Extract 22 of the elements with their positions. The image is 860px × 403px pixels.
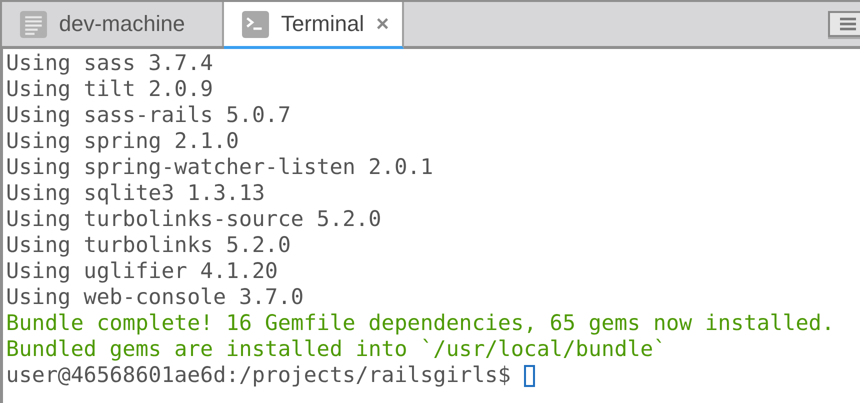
terminal-line: Using sass-rails 5.0.7 <box>6 103 291 129</box>
terminal-line: Using spring-watcher-listen 2.0.1 <box>6 155 434 181</box>
menu-button[interactable] <box>828 11 860 37</box>
document-icon <box>20 10 47 38</box>
menu-icon <box>840 17 856 31</box>
close-icon[interactable]: × <box>376 11 389 37</box>
terminal-icon <box>242 10 269 38</box>
tab-label: dev-machine <box>59 11 185 37</box>
tab-label: Terminal <box>281 11 364 37</box>
terminal-line: Using tilt 2.0.9 <box>6 77 214 103</box>
terminal-line: Using sqlite3 1.3.13 <box>6 181 265 207</box>
tab[interactable]: Terminal × <box>224 2 404 49</box>
terminal-line: Using uglifier 4.1.20 <box>6 259 278 285</box>
terminal-line: Bundle complete! 16 Gemfile dependencies, 65 gems now installed. <box>6 311 834 337</box>
shell-prompt: user@46568601ae6d:/projects/railsgirls$ <box>6 363 511 389</box>
text-cursor <box>524 365 535 387</box>
terminal-line: Using web-console 3.7.0 <box>6 285 304 311</box>
terminal-line: Bundled gems are installed into `/usr/local/bundle` <box>6 337 666 363</box>
terminal-line: Using spring 2.1.0 <box>6 129 239 155</box>
terminal-line: Using turbolinks-source 5.2.0 <box>6 207 382 233</box>
terminal-line: Using turbolinks 5.2.0 <box>6 233 291 259</box>
terminal-line: Using sass 3.7.4 <box>6 51 214 77</box>
